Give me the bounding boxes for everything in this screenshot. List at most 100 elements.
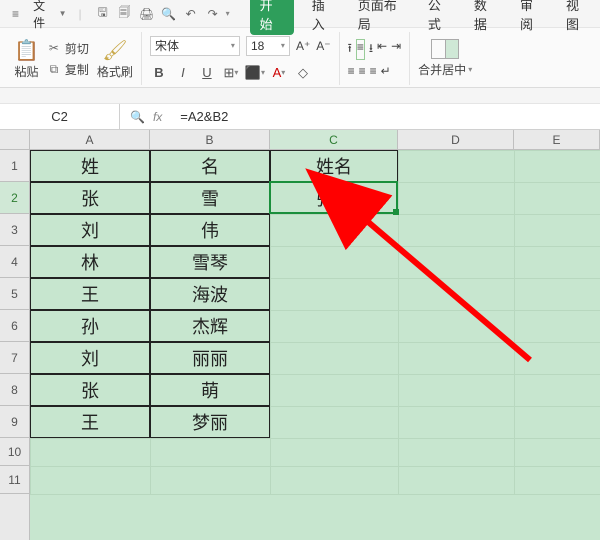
file-menu[interactable]: 文件 ▼: [27, 0, 72, 33]
column-header[interactable]: D: [398, 130, 514, 149]
formula-bar: C2 🔍 fx =A2&B2: [0, 104, 600, 130]
row-header[interactable]: 6: [0, 310, 29, 342]
ribbon-group-merge: 合并居中 ▾: [410, 32, 480, 85]
grid[interactable]: 姓名姓名张雪张雪刘伟林雪琴王海波孙杰辉刘丽丽张萌王梦丽: [30, 150, 600, 540]
indent-decrease-icon[interactable]: ⇤: [377, 39, 387, 60]
print-preview-icon[interactable]: 🔍: [160, 5, 178, 23]
row-header[interactable]: 7: [0, 342, 29, 374]
cell[interactable]: 林: [30, 246, 150, 278]
decrease-font-icon[interactable]: A⁻: [316, 39, 330, 53]
cell[interactable]: 王: [30, 278, 150, 310]
wrap-text-icon[interactable]: ↵: [381, 64, 391, 78]
cell[interactable]: 海波: [150, 278, 270, 310]
indent-increase-icon[interactable]: ⇥: [391, 39, 401, 60]
cell[interactable]: 张雪: [270, 182, 398, 214]
save-icon[interactable]: 🖫: [94, 5, 112, 23]
copy-button[interactable]: ⧉ 复制: [45, 60, 91, 79]
name-box[interactable]: C2: [0, 104, 120, 129]
align-left-icon[interactable]: ≡: [348, 64, 355, 78]
fill-color-button[interactable]: ⬛▾: [246, 64, 264, 82]
cell[interactable]: 孙: [30, 310, 150, 342]
cell[interactable]: 刘: [30, 342, 150, 374]
cell[interactable]: 刘: [30, 214, 150, 246]
cell[interactable]: 张: [30, 374, 150, 406]
cell[interactable]: 梦丽: [150, 406, 270, 438]
column-header[interactable]: C: [270, 130, 398, 149]
row-header[interactable]: 1: [0, 150, 29, 182]
row-header[interactable]: 10: [0, 438, 29, 466]
fx-search-icon[interactable]: 🔍: [130, 110, 145, 124]
paste-button[interactable]: 📋 粘贴: [14, 38, 39, 80]
italic-button[interactable]: I: [174, 64, 192, 82]
spreadsheet[interactable]: ABCDE 1234567891011 姓名姓名张雪张雪刘伟林雪琴王海波孙杰辉刘…: [0, 130, 600, 540]
tab-formula[interactable]: 公式: [424, 0, 456, 35]
tab-view[interactable]: 视图: [562, 0, 594, 35]
clear-format-button[interactable]: ◇: [294, 64, 312, 82]
merge-label: 合并居中: [418, 61, 466, 78]
border-button[interactable]: ⊞▾: [222, 64, 240, 82]
cut-label: 剪切: [65, 40, 89, 57]
align-bottom-icon[interactable]: ⭳: [369, 39, 373, 60]
chevron-down-icon: ▾: [231, 41, 235, 50]
row-header[interactable]: 3: [0, 214, 29, 246]
ribbon-group-clipboard: 📋 粘贴 ✂ 剪切 ⧉ 复制 🖌 格式刷: [6, 32, 142, 85]
paste-label: 粘贴: [14, 63, 38, 80]
print-icon[interactable]: 🖨: [138, 5, 156, 23]
cell[interactable]: 张: [30, 182, 150, 214]
ribbon-group-align: ⭱ ≡ ⭳ ⇤ ⇥ ≡ ≡ ≡ ↵: [340, 32, 411, 85]
tab-insert[interactable]: 插入: [308, 0, 340, 35]
cell[interactable]: 姓: [30, 150, 150, 182]
row-header[interactable]: 11: [0, 466, 29, 494]
merge-center-button[interactable]: 合并居中 ▾: [418, 39, 472, 78]
underline-button[interactable]: U: [198, 64, 216, 82]
font-name-value: 宋体: [155, 37, 179, 54]
copy-label: 复制: [65, 61, 89, 78]
tab-start[interactable]: 开始: [250, 0, 294, 35]
align-middle-icon[interactable]: ≡: [356, 39, 365, 60]
fx-icon[interactable]: fx: [153, 110, 162, 124]
cell[interactable]: 萌: [150, 374, 270, 406]
select-all-corner[interactable]: [0, 130, 30, 149]
bold-button[interactable]: B: [150, 64, 168, 82]
tab-review[interactable]: 审阅: [516, 0, 548, 35]
cell[interactable]: 丽丽: [150, 342, 270, 374]
row-header[interactable]: 8: [0, 374, 29, 406]
formula-input[interactable]: =A2&B2: [172, 104, 600, 129]
font-color-button[interactable]: A▾: [270, 64, 288, 82]
cell[interactable]: 姓名: [270, 150, 398, 182]
font-name-select[interactable]: 宋体 ▾: [150, 36, 240, 56]
row-header[interactable]: 4: [0, 246, 29, 278]
ribbon-tabs: 开始 插入 页面布局 公式 数据 审阅 视图: [250, 0, 594, 35]
align-right-icon[interactable]: ≡: [370, 64, 377, 78]
ribbon: 📋 粘贴 ✂ 剪切 ⧉ 复制 🖌 格式刷 宋体 ▾: [0, 28, 600, 88]
cell[interactable]: 雪: [150, 182, 270, 214]
undo-icon[interactable]: ↶: [182, 5, 200, 23]
row-header[interactable]: 2: [0, 182, 29, 214]
increase-font-icon[interactable]: A⁺: [296, 39, 310, 53]
column-header[interactable]: E: [514, 130, 600, 149]
column-header[interactable]: B: [150, 130, 270, 149]
cell[interactable]: 名: [150, 150, 270, 182]
cell[interactable]: 杰辉: [150, 310, 270, 342]
app-menu-icon[interactable]: ≡: [6, 4, 25, 24]
format-painter-button[interactable]: 🖌 格式刷: [97, 38, 133, 80]
save-as-icon[interactable]: 🗐: [116, 5, 134, 23]
formula-value: =A2&B2: [180, 109, 228, 124]
cell[interactable]: 伟: [150, 214, 270, 246]
qat-more-icon[interactable]: ▾: [226, 9, 230, 18]
cell[interactable]: 雪琴: [150, 246, 270, 278]
column-header[interactable]: A: [30, 130, 150, 149]
tab-page-layout[interactable]: 页面布局: [354, 0, 410, 35]
menubar: ≡ 文件 ▼ | 🖫 🗐 🖨 🔍 ↶ ↷ ▾ 开始 插入 页面布局 公式 数据 …: [0, 0, 600, 28]
tab-data[interactable]: 数据: [470, 0, 502, 35]
align-top-icon[interactable]: ⭱: [348, 39, 352, 60]
row-header[interactable]: 5: [0, 278, 29, 310]
cell[interactable]: 王: [30, 406, 150, 438]
cut-button[interactable]: ✂ 剪切: [45, 39, 91, 58]
align-center-icon[interactable]: ≡: [359, 64, 366, 78]
ribbon-group-font: 宋体 ▾ 18 ▾ A⁺ A⁻ B I U ⊞▾ ⬛▾ A▾ ◇: [142, 32, 340, 85]
redo-icon[interactable]: ↷: [204, 5, 222, 23]
row-header[interactable]: 9: [0, 406, 29, 438]
font-size-select[interactable]: 18 ▾: [246, 36, 290, 56]
file-menu-label: 文件: [33, 0, 55, 31]
